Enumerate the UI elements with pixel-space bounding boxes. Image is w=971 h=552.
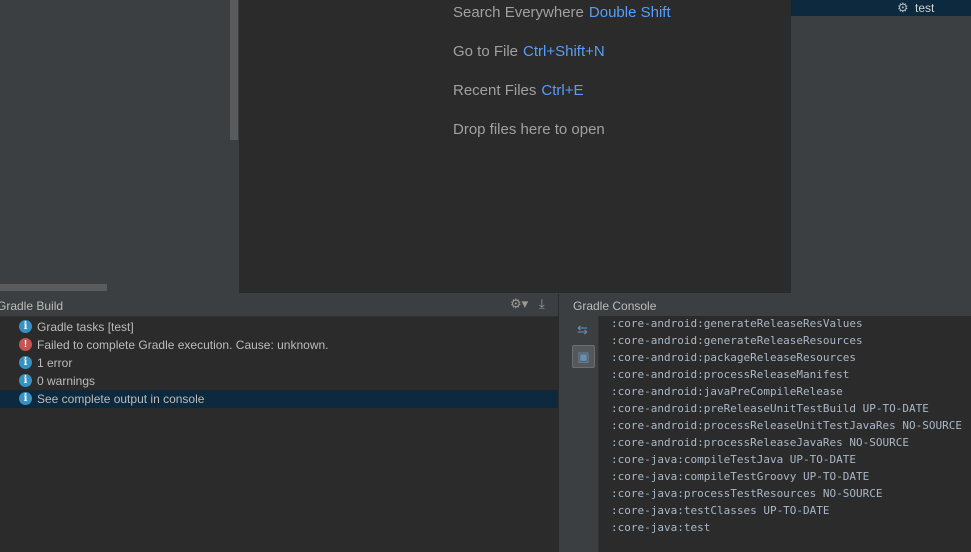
tree-row-gradle-tasks[interactable]: i Gradle tasks [test] [0,318,558,336]
console-line: :core-android:processReleaseJavaRes NO-S… [611,436,910,449]
panel-title: Gradle Build [0,299,64,313]
run-configuration[interactable]: ⚙ test [791,0,971,16]
info-icon: i [19,320,32,333]
project-horizontal-scrollbar[interactable] [0,284,107,291]
right-tool-pane [791,0,971,293]
toggle-view-icon[interactable]: ▣ [572,345,595,368]
hint-recent-files: Recent Files Ctrl+E [453,82,583,99]
tree-row-text: Failed to complete Gradle execution. Cau… [37,338,329,352]
error-icon: ! [19,338,32,351]
console-line: :core-java:testClasses UP-TO-DATE [611,504,830,517]
tree-row-text: 1 error [37,356,73,370]
panel-title: Gradle Console [573,299,657,313]
tree-row-see-output[interactable]: i See complete output in console [0,390,558,408]
soft-wrap-icon[interactable]: ⇆ [572,319,593,340]
hint-text: Go to File [453,43,519,60]
hint-text: Search Everywhere [453,4,584,21]
console-line: :core-java:test [611,521,711,534]
editor-empty-area: Search Everywhere Double Shift Go to File… [239,0,791,293]
console-toolbar: ⇆ ▣ [568,316,599,552]
tree-row-text: See complete output in console [37,392,205,406]
console-line: :core-android:packageReleaseResources [611,351,857,364]
hint-go-to-file: Go to File Ctrl+Shift+N [453,43,605,60]
settings-gear-icon[interactable]: ⚙▾ [510,296,528,312]
console-line: :core-android:generateReleaseResValues [611,317,863,330]
hint-drop-files: Drop files here to open [453,121,605,138]
hint-shortcut[interactable]: Double Shift [589,4,671,21]
console-line: :core-android:javaPreCompileRelease [611,385,843,398]
run-configuration-label: test [915,1,935,15]
tree-row-text: Gradle tasks [test] [37,320,134,334]
hide-panel-icon[interactable]: ⤓ [539,296,545,312]
gradle-console-header: Gradle Console [568,294,971,316]
hint-shortcut[interactable]: Ctrl+E [541,82,583,99]
info-icon: i [19,392,32,405]
console-line: :core-android:processReleaseUnitTestJava… [611,419,962,432]
tree-row-error-count[interactable]: i 1 error [0,354,558,372]
console-output: :core-android:generateReleaseResValues :… [611,315,971,552]
gradle-build-panel: Gradle Build ⚙▾ ⤓ i Gradle tasks [test] … [0,294,558,552]
hint-shortcut[interactable]: Ctrl+Shift+N [523,43,605,60]
info-icon: i [19,356,32,369]
hint-search-everywhere: Search Everywhere Double Shift [453,4,671,21]
console-line: :core-android:generateReleaseResources [611,334,863,347]
console-line: :core-java:processTestResources NO-SOURC… [611,487,883,500]
tree-row-error[interactable]: ! Failed to complete Gradle execution. C… [0,336,558,354]
tree-row-warning-count[interactable]: i 0 warnings [0,372,558,390]
console-line: :core-java:compileTestGroovy UP-TO-DATE [611,470,870,483]
console-line: :core-java:compileTestJava UP-TO-DATE [611,453,857,466]
hint-text: Recent Files [453,82,537,99]
gradle-build-header: Gradle Build ⚙▾ ⤓ [0,294,558,317]
project-vertical-scrollbar[interactable] [230,0,238,140]
hint-text: Drop files here to open [453,121,605,138]
info-icon: i [19,374,32,387]
tree-row-text: 0 warnings [37,374,96,388]
gear-icon: ⚙ [897,0,909,15]
gradle-console-panel: Gradle Console ⇆ ▣ :core-android:generat… [568,294,971,552]
console-line: :core-android:processReleaseManifest [611,368,850,381]
project-pane [0,0,239,293]
console-line: :core-android:preReleaseUnitTestBuild UP… [611,402,929,415]
